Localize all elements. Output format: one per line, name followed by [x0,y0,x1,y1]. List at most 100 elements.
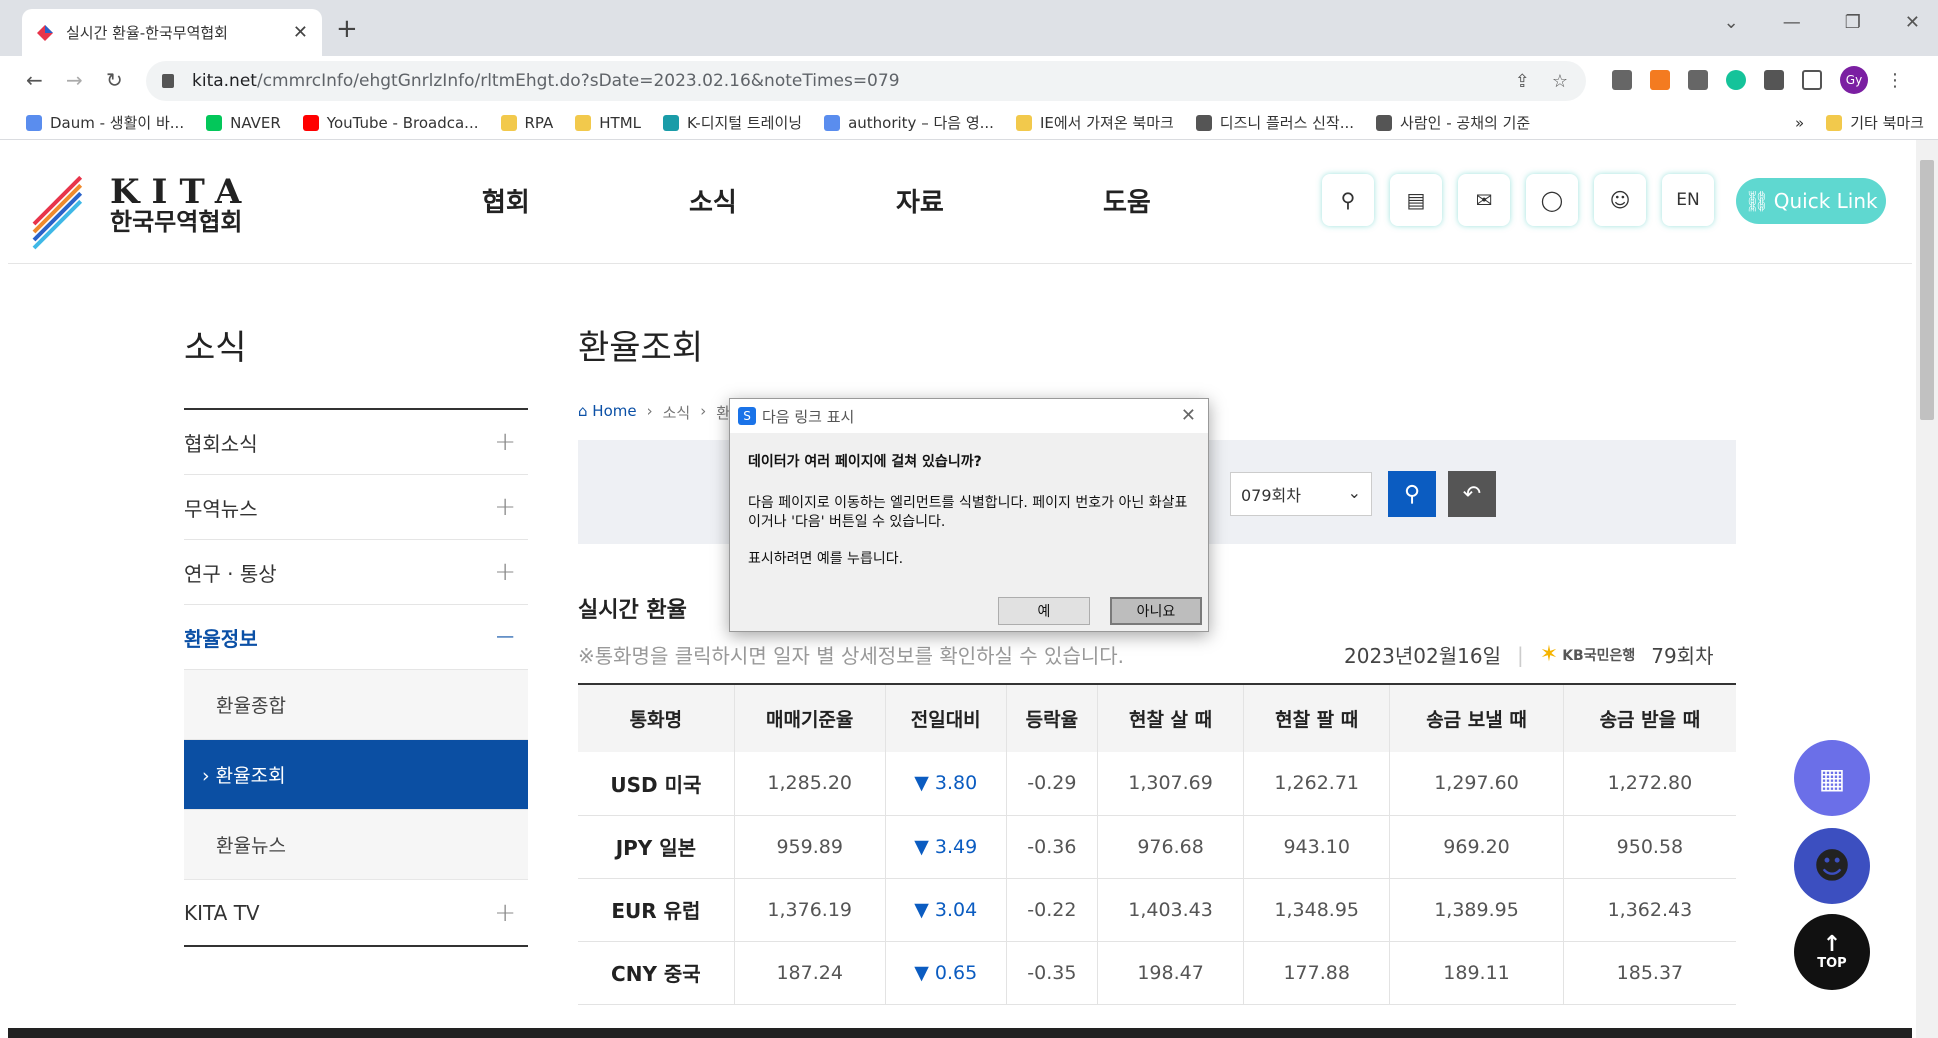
bookmark-favicon-icon [824,114,841,131]
currency-name-link[interactable]: USD 미국 [578,752,735,816]
next-link-dialog: S 다음 링크 표시 ✕ 데이터가 여러 페이지에 걸쳐 있습니까? 다음 페이… [729,398,1209,632]
tab-title: 실시간 환율-한국무역협회 [66,24,228,42]
lnb-item-exchange-info[interactable]: 환율정보 − [184,605,528,670]
bottom-bar [8,1028,1912,1038]
bookmarks-more-icon[interactable]: » [1795,114,1804,132]
new-tab-icon[interactable]: + [336,14,358,44]
lnb-sub-exchange-news[interactable]: 환율뉴스 [184,810,528,880]
table-cell: 189.11 [1389,941,1564,1005]
address-bar[interactable]: kita.net/cmmrcInfo/ehgtGnrlzInfo/rltmEhg… [146,61,1586,101]
breadcrumb-sep: › [646,402,653,420]
bookmark-favicon-icon [575,114,592,131]
bookmark-item[interactable]: 사람인 - 공채의 기준 [1376,112,1530,133]
table-cell: 1,297.60 [1389,752,1564,816]
bookmark-favicon-icon [302,114,319,131]
side-panel-icon[interactable] [1802,70,1822,90]
lnb-sub-exchange-lookup[interactable]: › 환율조회 [184,740,528,810]
page-scrollbar[interactable] [1916,140,1938,1038]
table-header: 통화명 [578,683,735,752]
lnb-item-association-news[interactable]: 협회소식 + [184,410,528,475]
currency-name-link[interactable]: CNY 중국 [578,941,735,1005]
bookmark-item[interactable]: RPA [500,114,553,132]
currency-name-link[interactable]: EUR 유럽 [578,878,735,942]
round-select[interactable]: 079회차 ⌄ [1230,472,1372,516]
reload-icon[interactable]: ↻ [106,68,123,92]
table-cell: 177.88 [1243,941,1390,1005]
gnb-news[interactable]: 소식 [689,182,896,219]
extension-ex-icon[interactable] [1650,70,1670,90]
window-close-icon[interactable]: ✕ [1905,12,1920,33]
table-cell: 959.89 [733,815,886,879]
grammarly-icon[interactable] [1726,70,1746,90]
puzzle-icon[interactable] [1764,70,1784,90]
report-icon-button[interactable]: ▦ [1794,740,1870,816]
kita-logo-mark-icon [32,175,98,250]
menu-icon[interactable]: ⋮ [1886,70,1904,91]
bookmark-item[interactable]: Daum - 생활이 바... [26,112,184,133]
close-icon[interactable]: ✕ [1181,405,1196,426]
mail-icon[interactable]: ✉ [1458,174,1510,226]
tab-strip: 실시간 환율-한국무역협회 ✕ + ⌄ — ❐ ✕ [0,0,1938,56]
other-bookmarks[interactable]: 기타 북마크 [1826,112,1924,133]
browser-toolbar: ← → ↻ kita.net/cmmrcInfo/ehgtGnrlzInfo/r… [0,56,1938,106]
gnb-help[interactable]: 도움 [1103,182,1310,219]
tab-close-icon[interactable]: ✕ [293,22,308,43]
bookmark-star-icon[interactable]: ☆ [1552,71,1568,92]
breadcrumb-home[interactable]: ⌂ Home [578,402,637,423]
dialog-question: 데이터가 여러 페이지에 걸쳐 있습니까? [748,454,982,470]
gnb-association[interactable]: 협회 [482,182,689,219]
table-cell: 198.47 [1096,941,1244,1005]
breadcrumb-news[interactable]: 소식 [663,402,691,423]
arrow-up-icon: ↑ [1822,931,1842,957]
user-icon[interactable]: ◯ [1526,174,1578,226]
bookmark-favicon-icon [500,114,517,131]
table-cell: ▼ 3.49 [884,815,1007,879]
search-icon[interactable]: ⚲ [1322,174,1374,226]
global-nav: 협회 소식 자료 도움 [482,182,1310,219]
browser-tab[interactable]: 실시간 환율-한국무역협회 ✕ [22,9,322,56]
gnb-data[interactable]: 자료 [896,182,1103,219]
bookmark-favicon-icon [1015,114,1032,131]
back-icon[interactable]: ← [26,68,43,92]
lnb-item-research[interactable]: 연구 · 통상 + [184,540,528,605]
bookmark-item[interactable]: HTML [575,114,641,132]
scrollbar-thumb[interactable] [1920,160,1934,420]
top-button[interactable]: ↑ TOP [1794,914,1870,990]
quick-link-button[interactable]: ⛓ Quick Link [1736,178,1886,224]
bookmark-item[interactable]: authority – 다음 영... [824,112,994,133]
chatbot-avatar-button[interactable]: ☻ [1794,828,1870,904]
document-icon[interactable]: ▤ [1390,174,1442,226]
dialog-title: 다음 링크 표시 [762,407,855,426]
lnb-sub-exchange-summary[interactable]: 환율종합 [184,670,528,740]
search-button[interactable]: ⚲ [1388,471,1436,517]
report-icon: ▦ [1818,761,1846,795]
no-button[interactable]: 아니요 [1110,597,1202,625]
breadcrumb-current[interactable]: 환 [716,402,730,423]
collapse-icon: − [494,622,516,652]
reset-button[interactable]: ↶ [1448,471,1496,517]
table-cell: -0.36 [1005,815,1098,879]
share-icon[interactable]: ⇪ [1515,71,1530,92]
profile-avatar[interactable]: Gy [1840,66,1868,94]
extension-icon[interactable] [1688,70,1708,90]
bookmark-item[interactable]: K-디지털 트레이닝 [663,112,802,133]
extension-icon[interactable] [1612,70,1632,90]
forward-icon[interactable]: → [66,68,83,92]
language-button[interactable]: EN [1662,174,1714,226]
undo-icon: ↶ [1462,481,1482,507]
lnb-item-trade-news[interactable]: 무역뉴스 + [184,475,528,540]
tab-search-icon[interactable]: ⌄ [1724,12,1739,33]
restore-icon[interactable]: ❐ [1845,12,1861,33]
bookmark-item[interactable]: IE에서 가져온 북마크 [1015,112,1174,133]
bookmark-item[interactable]: YouTube - Broadca... [302,114,479,132]
minimize-icon[interactable]: — [1783,12,1801,33]
chat-icon[interactable]: ☺ [1594,174,1646,226]
yes-button[interactable]: 예 [998,597,1090,625]
currency-name-link[interactable]: JPY 일본 [578,815,735,879]
bookmark-item[interactable]: 디즈니 플러스 신작... [1195,112,1354,133]
bookmark-item[interactable]: NAVER [206,114,281,132]
table-cell: -0.35 [1005,941,1098,1005]
lnb-item-kita-tv[interactable]: KITA TV + [184,880,528,945]
kita-logo[interactable]: KITA 한국무역협회 [32,175,253,250]
table-cell: 1,362.43 [1562,878,1736,942]
